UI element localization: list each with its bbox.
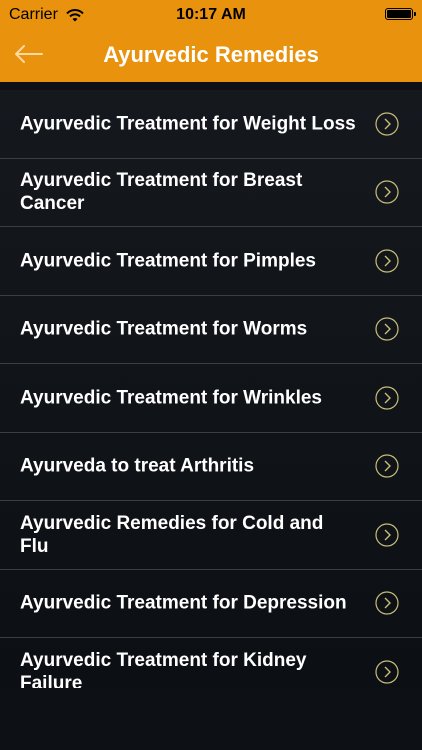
chevron-right-icon — [375, 454, 399, 478]
remedies-list[interactable]: Ayurvedic Treatment for Weight Loss Ayur… — [0, 90, 422, 688]
chevron-right-icon — [375, 180, 399, 204]
chevron-right-icon — [375, 386, 399, 410]
list-item-label: Ayurvedic Treatment for Wrinkles — [20, 387, 322, 409]
list-item[interactable]: Ayurvedic Treatment for Wrinkles — [0, 364, 422, 433]
chevron-right-icon — [375, 591, 399, 615]
list-item-label: Ayurvedic Treatment for Pimples — [20, 250, 317, 272]
chevron-right-icon — [375, 660, 399, 684]
header-bar: Carrier 10:17 AM Ayurvedic Remedies — [0, 0, 422, 82]
list-item[interactable]: Ayurvedic Remedies for Cold and Flu — [0, 501, 422, 570]
chevron-right-icon — [375, 112, 399, 136]
list-item[interactable]: Ayurveda to treat Arthritis — [0, 433, 422, 501]
list-item-label: Ayurvedic Treatment for Worms — [20, 318, 308, 340]
list-item[interactable]: Ayurvedic Treatment for Breast Cancer — [0, 159, 422, 227]
chevron-right-icon — [375, 249, 399, 273]
list-item[interactable]: Ayurvedic Treatment for Worms — [0, 296, 422, 364]
list-item[interactable]: Ayurvedic Treatment for Kidney Failure — [0, 638, 422, 688]
list-item[interactable]: Ayurvedic Treatment for Pimples — [0, 227, 422, 296]
status-time: 10:17 AM — [176, 6, 246, 23]
chevron-right-icon — [375, 317, 399, 341]
list-item[interactable]: Ayurvedic Treatment for Weight Loss — [0, 90, 422, 159]
list-item-label: Ayurvedic Treatment for Breast Cancer — [20, 170, 303, 215]
battery-icon — [385, 8, 416, 20]
list-item-label: Ayurveda to treat Arthritis — [20, 455, 255, 477]
page-title: Ayurvedic Remedies — [103, 42, 319, 67]
navigation-bar: Ayurvedic Remedies — [0, 30, 422, 82]
status-bar: Carrier 10:17 AM — [0, 0, 422, 30]
list-item-label: Ayurvedic Treatment for Depression — [20, 592, 347, 614]
list-item-label: Ayurvedic Treatment for Kidney Failure — [20, 649, 307, 688]
list-item[interactable]: Ayurvedic Treatment for Depression — [0, 570, 422, 638]
list-item-label: Ayurvedic Remedies for Cold and Flu — [20, 512, 324, 557]
chevron-right-icon — [375, 523, 399, 547]
list-item-label: Ayurvedic Treatment for Weight Loss — [20, 113, 356, 135]
